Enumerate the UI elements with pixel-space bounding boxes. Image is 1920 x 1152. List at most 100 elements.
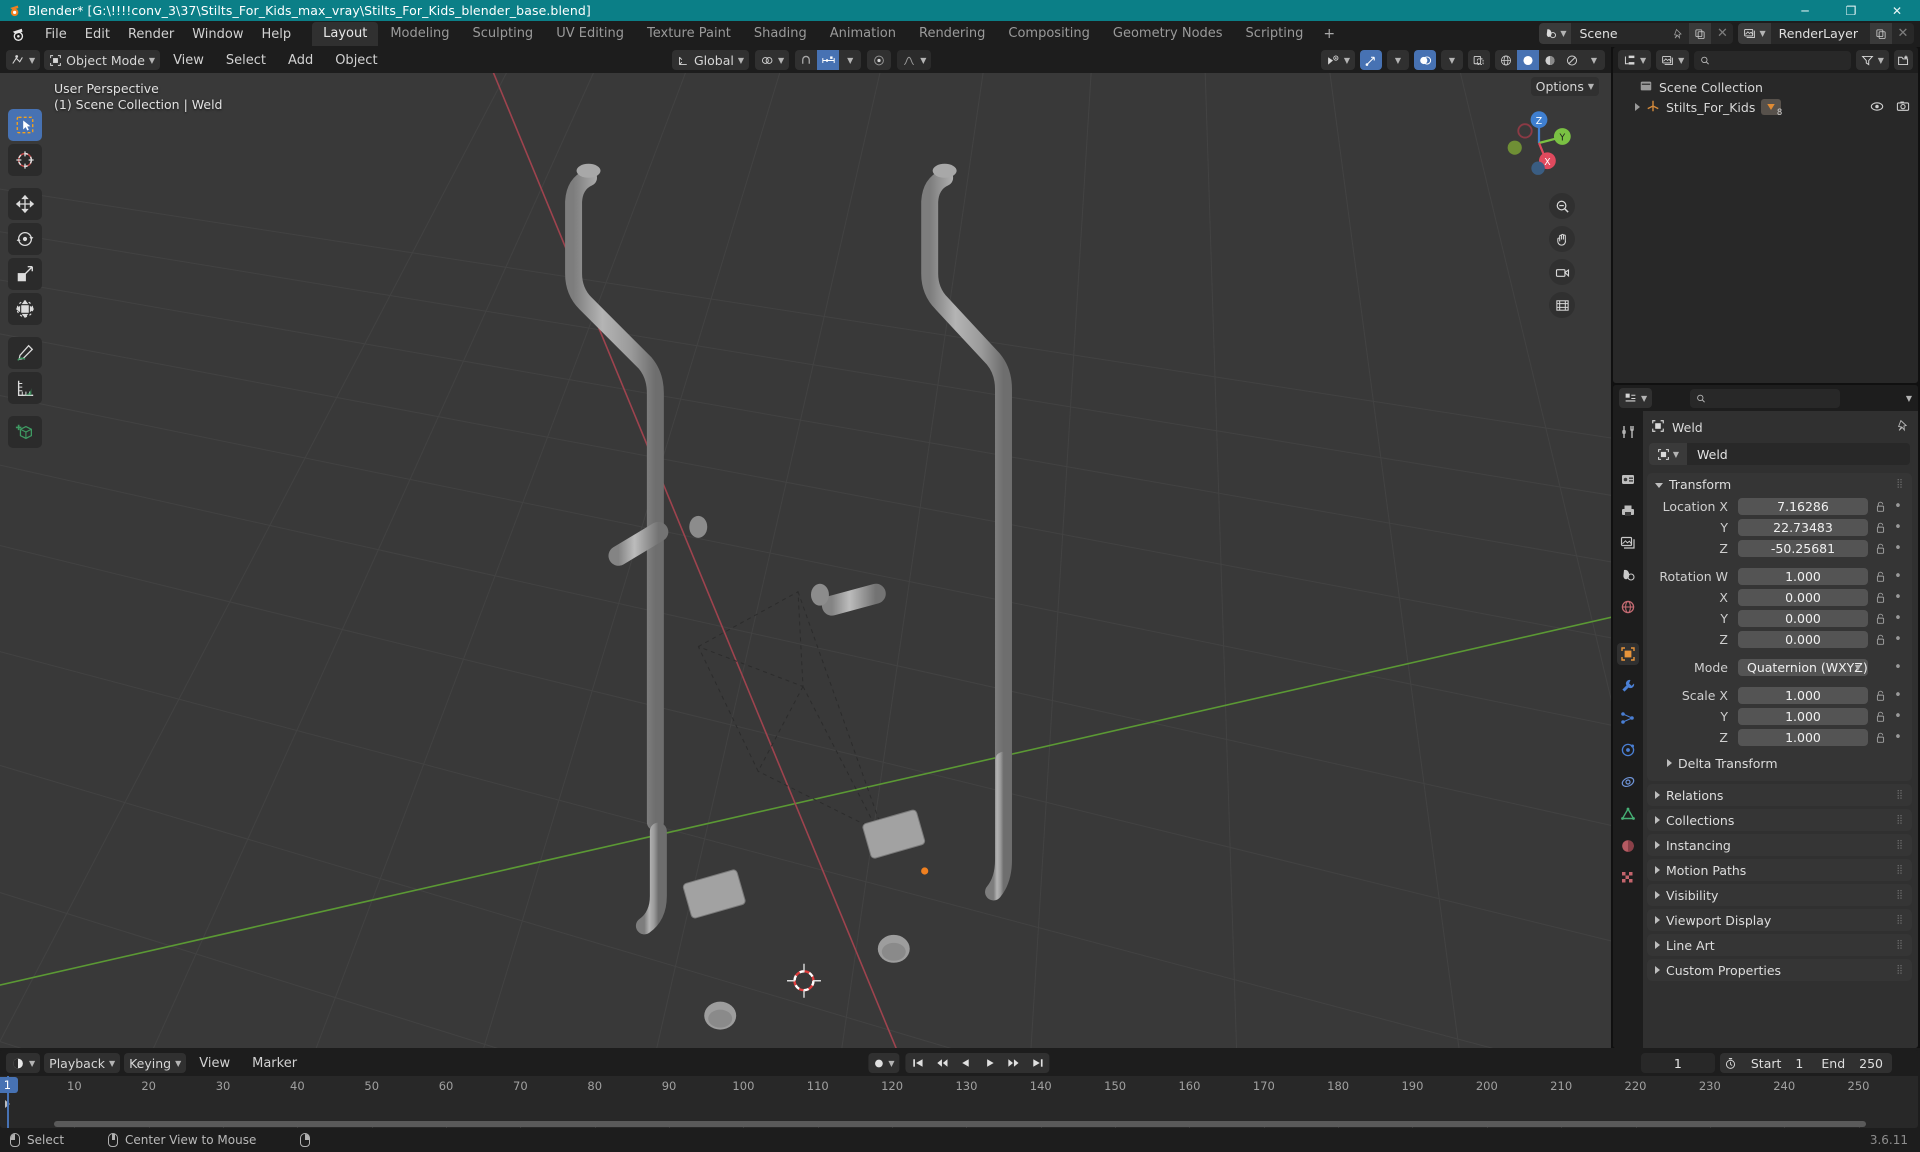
- maximize-button[interactable]: ❐: [1828, 0, 1874, 21]
- motion-paths-panel-header[interactable]: Motion Paths ⣿: [1647, 859, 1912, 881]
- custom-properties-panel[interactable]: Custom Properties ⣿: [1647, 959, 1912, 981]
- timeline-editor-type-button[interactable]: ▼: [6, 1053, 41, 1073]
- lock-icon[interactable]: [1873, 571, 1887, 583]
- camera-icon[interactable]: [1896, 100, 1910, 115]
- use-preview-range-icon[interactable]: [1720, 1057, 1742, 1070]
- outliner-row-object[interactable]: Stilts_For_Kids 8: [1613, 97, 1918, 118]
- gizmo-toggle[interactable]: [1360, 50, 1382, 70]
- outliner-filter-button[interactable]: ▼: [1855, 50, 1889, 70]
- jump-to-start-button[interactable]: [906, 1053, 930, 1073]
- snap-magnet-icon[interactable]: [795, 50, 817, 70]
- properties-options-chevron[interactable]: ▼: [1906, 394, 1912, 403]
- animate-dot-icon[interactable]: •: [1892, 632, 1904, 647]
- motion-paths-panel[interactable]: Motion Paths ⣿: [1647, 859, 1912, 881]
- tab-uv-editing[interactable]: UV Editing: [545, 22, 635, 46]
- animate-dot-icon[interactable]: •: [1892, 499, 1904, 514]
- tab-scene[interactable]: [1617, 564, 1639, 586]
- lock-icon[interactable]: [1873, 592, 1887, 604]
- tab-texture-paint[interactable]: Texture Paint: [636, 22, 742, 46]
- add-cube-tool[interactable]: [8, 416, 42, 448]
- add-workspace-button[interactable]: +: [1315, 23, 1343, 45]
- lock-icon[interactable]: [1873, 522, 1887, 534]
- tab-texture[interactable]: [1617, 867, 1639, 889]
- tab-tool[interactable]: [1617, 421, 1639, 443]
- lock-icon[interactable]: [1873, 711, 1887, 723]
- outliner-editor-type-button[interactable]: ▼: [1618, 50, 1652, 70]
- field-rotation-x[interactable]: X 0.000 •: [1655, 588, 1904, 607]
- playhead-frame-label[interactable]: 1: [0, 1077, 19, 1093]
- tab-rendering[interactable]: Rendering: [908, 22, 996, 46]
- animate-dot-icon[interactable]: •: [1892, 541, 1904, 556]
- viewlayer-name[interactable]: RenderLayer: [1770, 23, 1870, 44]
- play-button[interactable]: [978, 1053, 1002, 1073]
- animate-dot-icon[interactable]: •: [1892, 569, 1904, 584]
- collections-panel[interactable]: Collections ⣿: [1647, 809, 1912, 831]
- animate-dot-icon[interactable]: •: [1892, 520, 1904, 535]
- eye-icon[interactable]: [1870, 100, 1884, 115]
- field-value[interactable]: 7.16286: [1738, 498, 1868, 515]
- line-art-panel[interactable]: Line Art ⣿: [1647, 934, 1912, 956]
- camera-view-icon[interactable]: [1549, 259, 1575, 285]
- tab-animation[interactable]: Animation: [819, 22, 907, 46]
- instancing-panel-header[interactable]: Instancing ⣿: [1647, 834, 1912, 856]
- tab-shading[interactable]: Shading: [743, 22, 818, 46]
- tab-modifier[interactable]: [1617, 675, 1639, 697]
- relations-panel[interactable]: Relations ⣿: [1647, 784, 1912, 806]
- overlay-options-chevron[interactable]: ▼: [1441, 50, 1463, 70]
- scene-icon[interactable]: ▼: [1539, 23, 1572, 44]
- viewlayer-selector[interactable]: ▼ RenderLayer ✕: [1738, 23, 1914, 44]
- animate-dot-icon[interactable]: •: [1892, 611, 1904, 626]
- mesh-data-badge[interactable]: 8: [1761, 99, 1782, 118]
- jump-to-end-button[interactable]: [1026, 1053, 1050, 1073]
- custom-properties-panel-header[interactable]: Custom Properties ⣿: [1647, 959, 1912, 981]
- viewport-menu-select[interactable]: Select: [217, 50, 275, 71]
- end-frame-field[interactable]: End 250: [1812, 1053, 1892, 1073]
- lock-icon[interactable]: [1873, 613, 1887, 625]
- scene-name[interactable]: Scene: [1571, 23, 1668, 44]
- field-value[interactable]: 0.000: [1738, 631, 1868, 648]
- mode-selector[interactable]: Object Mode ▼: [44, 50, 161, 70]
- animate-dot-icon[interactable]: •: [1892, 730, 1904, 745]
- tab-particles[interactable]: [1617, 707, 1639, 729]
- tab-object[interactable]: [1617, 643, 1639, 665]
- field-value[interactable]: 1.000: [1738, 708, 1868, 725]
- measure-tool[interactable]: [8, 372, 42, 404]
- outliner-display-mode[interactable]: ▼: [1656, 50, 1690, 70]
- expand-triangle-icon[interactable]: [1635, 103, 1640, 111]
- rendered-shading-icon[interactable]: [1561, 50, 1583, 70]
- viewport-options-button[interactable]: Options ▼: [1530, 77, 1599, 96]
- tab-view-layer[interactable]: [1617, 532, 1639, 554]
- transform-orientation-selector[interactable]: Global ▼: [672, 50, 750, 70]
- previous-keyframe-button[interactable]: [930, 1053, 954, 1073]
- proportional-edit-toggle[interactable]: [867, 50, 892, 70]
- field-scale-x[interactable]: Scale X 1.000 •: [1655, 686, 1904, 705]
- snap-target-icon[interactable]: [817, 50, 840, 70]
- field-location-y[interactable]: Y 22.73483 •: [1655, 518, 1904, 537]
- properties-search-input[interactable]: [1710, 391, 1835, 405]
- relations-panel-header[interactable]: Relations ⣿: [1647, 784, 1912, 806]
- tab-world[interactable]: [1617, 596, 1639, 618]
- pin-icon[interactable]: [1896, 419, 1909, 435]
- unlink-scene-icon[interactable]: ✕: [1711, 23, 1733, 44]
- outliner-row-scene-collection[interactable]: Scene Collection: [1613, 77, 1918, 97]
- animate-dot-icon[interactable]: •: [1892, 709, 1904, 724]
- viewport-menu-view[interactable]: View: [164, 50, 213, 71]
- snap-options-chevron[interactable]: ▼: [839, 50, 861, 70]
- tab-modeling[interactable]: Modeling: [379, 22, 460, 46]
- field-scale-y[interactable]: Y 1.000 •: [1655, 707, 1904, 726]
- visibility-panel[interactable]: Visibility ⣿: [1647, 884, 1912, 906]
- menu-window[interactable]: Window: [183, 24, 252, 45]
- next-keyframe-button[interactable]: [1002, 1053, 1026, 1073]
- pin-scene-icon[interactable]: [1667, 23, 1689, 44]
- rotate-tool[interactable]: [8, 223, 42, 255]
- field-value[interactable]: 22.73483: [1738, 519, 1868, 536]
- timeline-menu-playback[interactable]: Playback ▼: [44, 1053, 121, 1073]
- properties-editor-type-button[interactable]: ▼: [1619, 388, 1653, 408]
- timeline-horizontal-scrollbar[interactable]: [16, 1121, 1904, 1127]
- overlays-toggle[interactable]: [1414, 50, 1436, 70]
- auto-keyframe-toggle[interactable]: ▼: [868, 1053, 900, 1073]
- proportional-falloff-selector[interactable]: ▼: [897, 50, 932, 70]
- instancing-panel[interactable]: Instancing ⣿: [1647, 834, 1912, 856]
- field-value[interactable]: Quaternion (WXYZ) ▼: [1738, 659, 1868, 676]
- xray-toggle[interactable]: [1468, 50, 1490, 70]
